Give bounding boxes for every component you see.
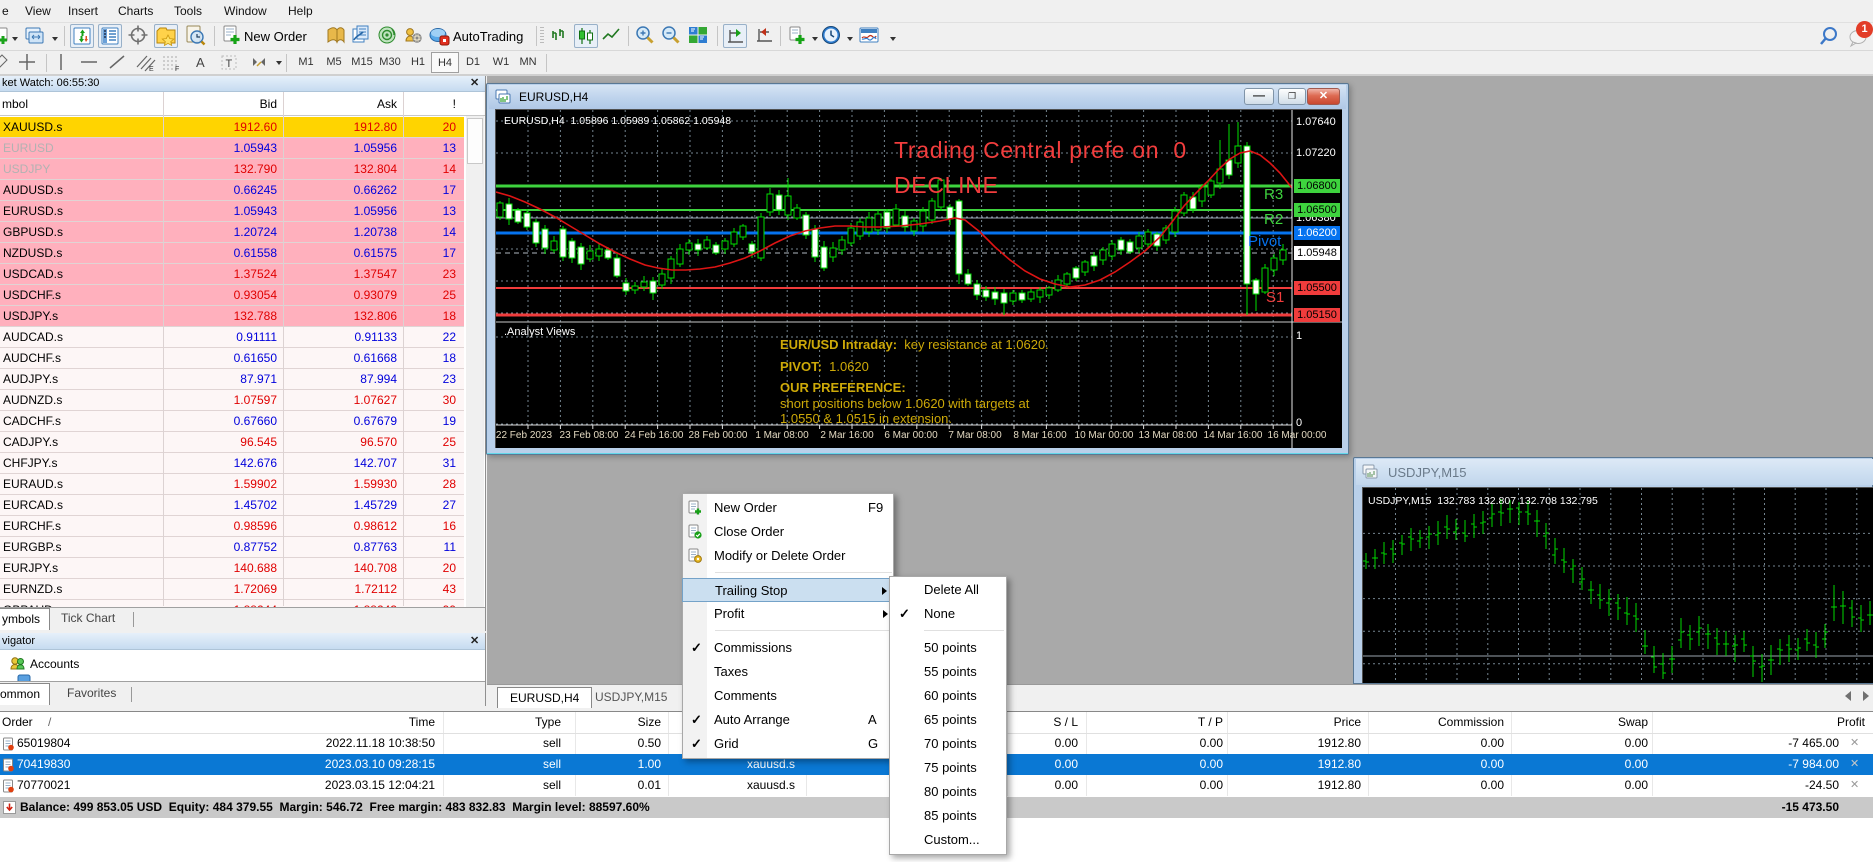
svg-text:T: T	[226, 58, 233, 70]
svg-text:F: F	[175, 66, 179, 72]
svg-text:A: A	[196, 55, 205, 70]
svg-text:E: E	[149, 66, 154, 72]
